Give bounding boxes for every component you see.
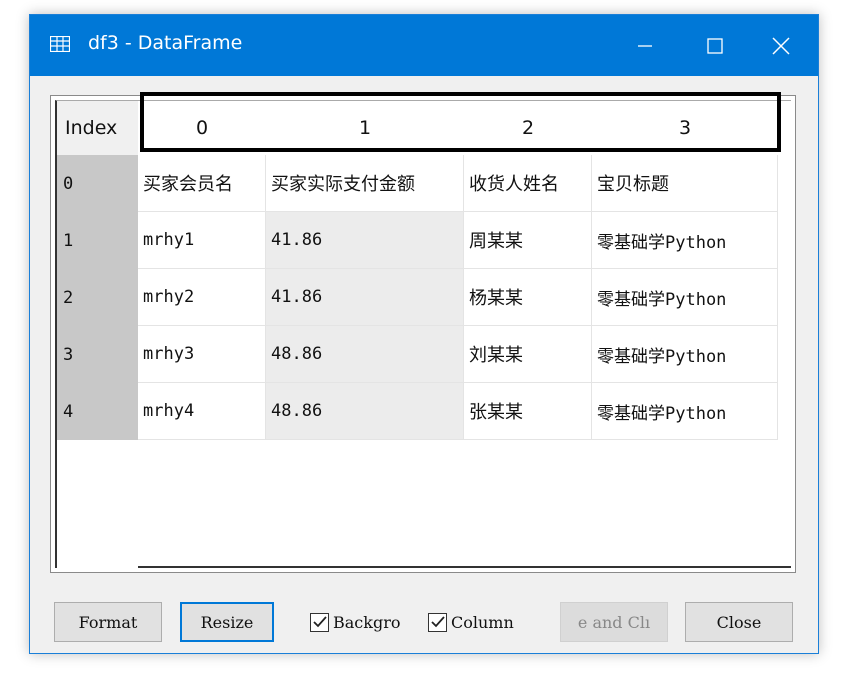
window-title: df3 - DataFrame — [88, 32, 243, 54]
row-index-4[interactable]: 4 — [57, 383, 138, 440]
table-cell[interactable]: 48.86 — [266, 326, 464, 383]
column-header-2[interactable]: 2 — [464, 101, 592, 155]
row-index-0[interactable]: 0 — [57, 155, 138, 212]
close-window-button[interactable] — [746, 15, 816, 76]
maximize-button[interactable] — [680, 15, 750, 76]
table-cell[interactable]: 收货人姓名 — [464, 155, 592, 212]
table-cell[interactable]: 买家会员名 — [138, 155, 266, 212]
background-checkbox[interactable]: Backgro — [310, 611, 400, 633]
row-index-3[interactable]: 3 — [57, 326, 138, 383]
checkbox-check-icon — [428, 612, 447, 632]
table-grid: Index 0 1 2 3 0 1 2 3 4 买家会员名 买家实际支付金额 收… — [55, 100, 791, 571]
table-cell[interactable]: 41.86 — [266, 269, 464, 326]
column-header-1[interactable]: 1 — [266, 101, 464, 155]
row-index-1[interactable]: 1 — [57, 212, 138, 269]
table-cell[interactable]: 周某某 — [464, 212, 592, 269]
table-cell[interactable]: mrhy2 — [138, 269, 266, 326]
save-and-close-button[interactable]: e and Clı — [560, 602, 668, 642]
column-checkbox[interactable]: Column — [428, 611, 514, 633]
dataframe-window: df3 - DataFrame Index 0 1 2 3 0 1 2 3 4 … — [29, 14, 819, 654]
close-icon — [772, 36, 790, 55]
minimize-icon — [638, 44, 652, 47]
title-bar[interactable]: df3 - DataFrame — [30, 15, 818, 76]
dataframe-table[interactable]: Index 0 1 2 3 0 1 2 3 4 买家会员名 买家实际支付金额 收… — [50, 95, 796, 573]
checkbox-check-icon — [310, 612, 329, 632]
table-cell[interactable]: 零基础学Python — [592, 383, 778, 440]
table-cell[interactable]: mrhy3 — [138, 326, 266, 383]
resize-button[interactable]: Resize — [180, 602, 274, 642]
table-cell[interactable]: 零基础学Python — [592, 269, 778, 326]
table-cell[interactable]: 买家实际支付金额 — [266, 155, 464, 212]
maximize-icon — [707, 37, 723, 54]
table-cell[interactable]: 48.86 — [266, 383, 464, 440]
column-header-0[interactable]: 0 — [138, 101, 266, 155]
table-grid-icon — [50, 36, 70, 52]
minimize-button[interactable] — [610, 15, 680, 76]
column-header-3[interactable]: 3 — [592, 101, 778, 155]
table-cell[interactable]: 宝贝标题 — [592, 155, 778, 212]
table-cell[interactable]: mrhy1 — [138, 212, 266, 269]
table-cell[interactable]: 41.86 — [266, 212, 464, 269]
table-cell[interactable]: 零基础学Python — [592, 326, 778, 383]
background-checkbox-label: Backgro — [333, 612, 401, 632]
table-cell[interactable]: 杨某某 — [464, 269, 592, 326]
table-cell[interactable]: 零基础学Python — [592, 212, 778, 269]
format-button[interactable]: Format — [54, 602, 162, 642]
column-checkbox-label: Column — [451, 612, 514, 632]
table-cell[interactable]: 刘某某 — [464, 326, 592, 383]
index-header[interactable]: Index — [57, 101, 138, 155]
table-cell[interactable]: mrhy4 — [138, 383, 266, 440]
close-button[interactable]: Close — [685, 602, 793, 642]
row-index-empty — [57, 440, 138, 571]
row-index-2[interactable]: 2 — [57, 269, 138, 326]
table-cell[interactable]: 张某某 — [464, 383, 592, 440]
